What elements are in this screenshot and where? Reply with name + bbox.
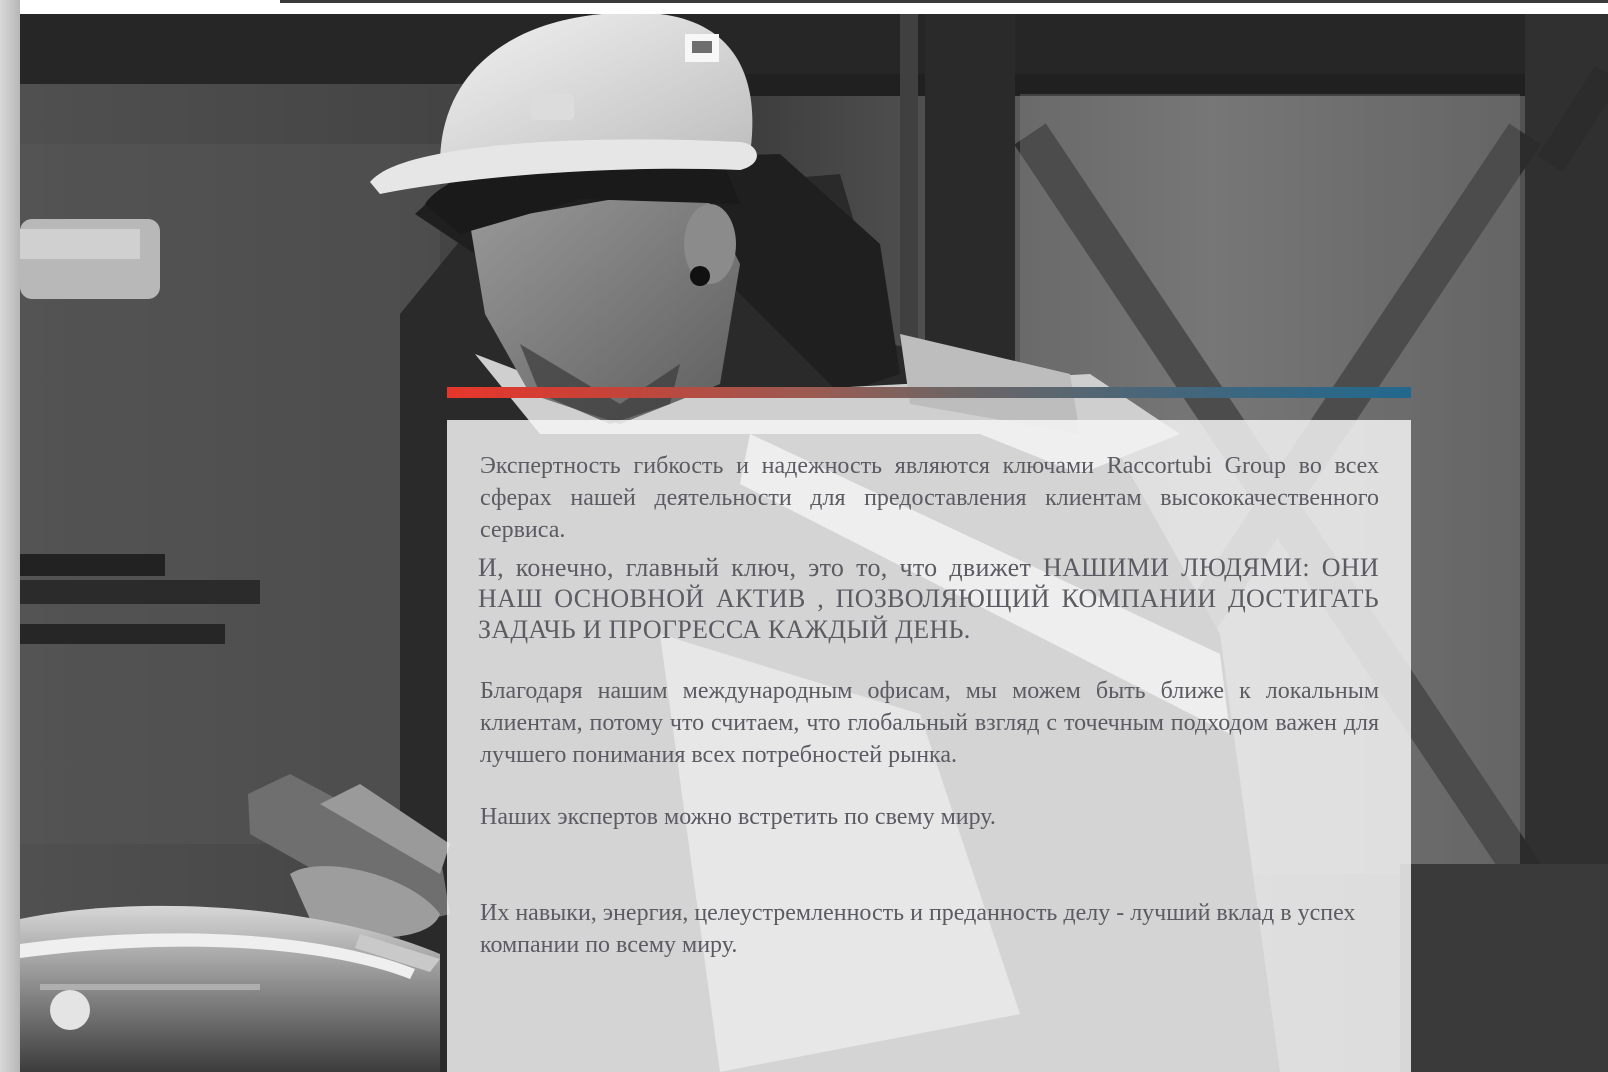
paragraph-skills: Их навыки, энергия, целеустремленность и… (480, 900, 1356, 958)
gradient-accent-bar (447, 387, 1411, 398)
top-page-rule (20, 0, 1608, 14)
paragraph-offices: Благодаря нашим международным офисам, мы… (480, 678, 1379, 768)
paragraph-people: И, конечно, главный ключ, это то, что дв… (478, 553, 1379, 644)
paragraph-experts: Наших экспертов можно встретить по свему… (480, 804, 996, 830)
paragraph-expertise: Экспертность гибкость и надежность являю… (480, 453, 1379, 543)
text-panel: Экспертность гибкость и надежность являю… (447, 420, 1411, 1072)
brochure-page: Экспертность гибкость и надежность являю… (0, 0, 1608, 1072)
